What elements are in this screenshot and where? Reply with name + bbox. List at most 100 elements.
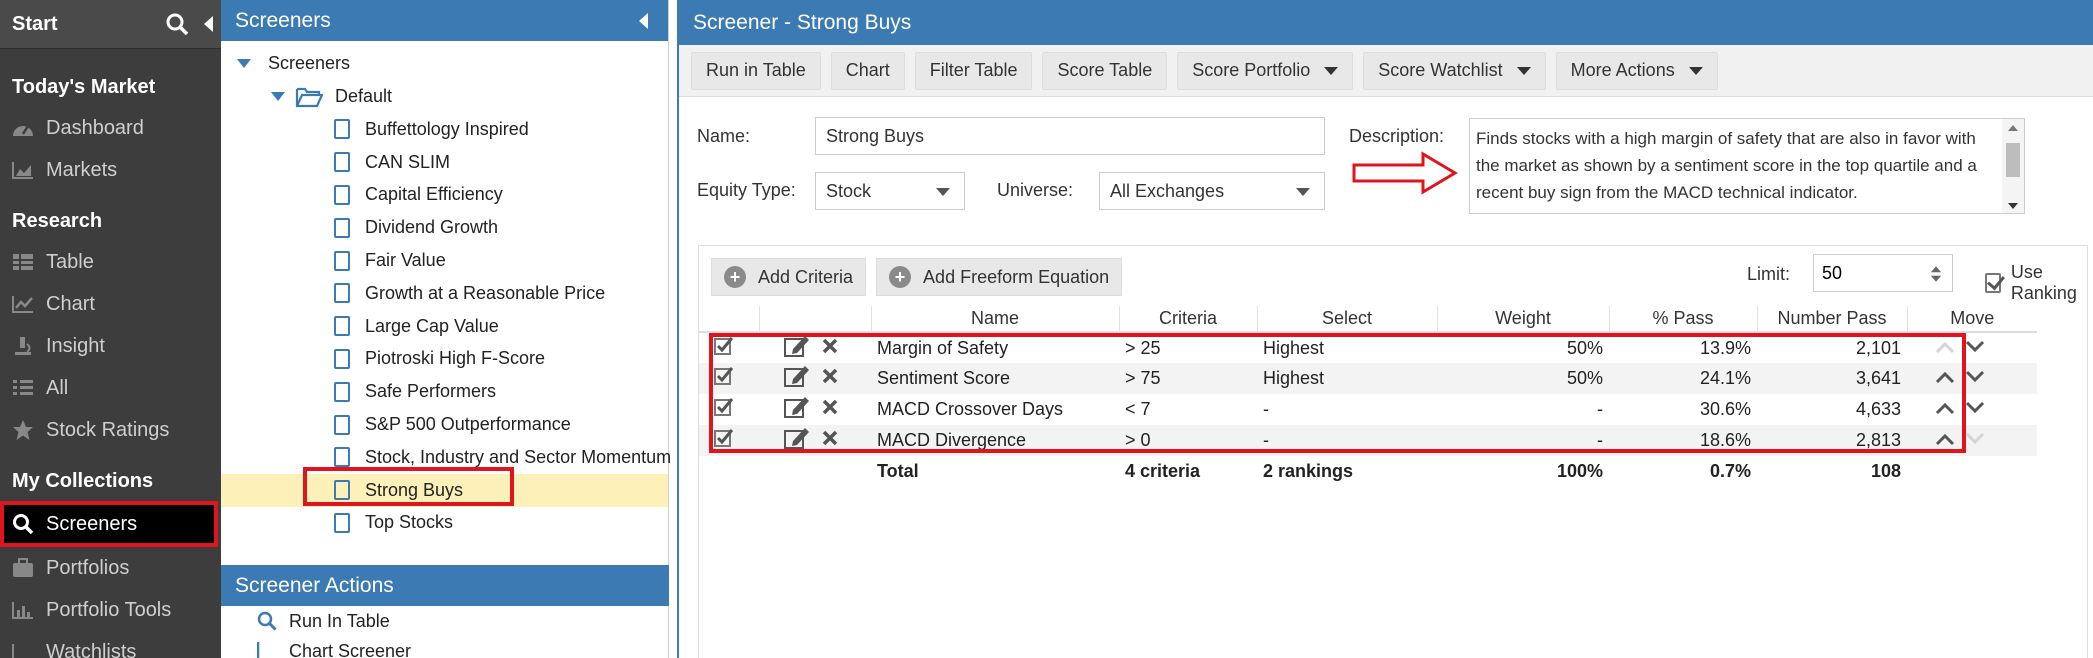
tree-item-label: CAN SLIM [365,151,451,172]
list-icon [10,377,36,399]
tree-node-label: Screeners [268,53,351,73]
tree-item-label: Fair Value [365,250,446,271]
criteria-highlight-box [709,333,1966,453]
column-header-select[interactable]: Select [1257,306,1438,333]
add-freeform-button[interactable]: + Add Freeform Equation [876,258,1123,296]
nav-item-markets[interactable]: Markets [0,149,221,191]
expand-arrow-icon[interactable] [271,92,285,101]
nav-item-label: Stock Ratings [46,418,170,441]
nav-item-portfolio-tools[interactable]: Portfolio Tools [0,589,221,631]
add-criteria-button[interactable]: + Add Criteria [711,258,867,296]
nav-item-label: Chart [46,292,95,315]
nav-item-chart[interactable]: Chart [0,283,221,325]
limit-input[interactable]: 50 [1813,254,1953,292]
tree-panel-title: Screeners [235,8,331,32]
tree-item[interactable]: Growth at a Reasonable Price [221,277,668,310]
description-label: Description: [1349,126,1445,146]
move-down-icon[interactable] [1965,399,1985,420]
run-in-table-button[interactable]: Run in Table [691,51,821,90]
chevron-down-icon [1296,188,1310,196]
column-header-move[interactable]: Move [1907,306,2037,333]
score-portfolio-button[interactable]: Score Portfolio [1177,51,1354,90]
score-watchlist-button[interactable]: Score Watchlist [1363,51,1546,90]
grid-toolbar: + Add Criteria + Add Freeform Equation Lim… [699,246,2087,308]
description-text: Finds stocks with a high margin of safet… [1476,129,1977,202]
checkbox-icon[interactable] [1985,273,2001,293]
total-select: 2 rankings [1257,456,1437,487]
tree-item[interactable]: Fair Value [221,244,668,277]
nav-item-watchlists[interactable]: Watchlists [0,631,221,658]
nav-item-all[interactable]: All [0,367,221,409]
document-icon [334,217,350,238]
search-icon [257,611,277,631]
move-down-icon[interactable] [1965,368,1985,389]
score-table-button[interactable]: Score Table [1042,51,1168,90]
collapse-nav-icon[interactable] [197,0,221,49]
tree-root-screeners[interactable]: Screeners [221,47,668,80]
search-icon[interactable] [157,0,197,49]
tree-item[interactable]: Dividend Growth [221,211,668,244]
header-check [699,306,760,333]
universe-label: Universe: [997,180,1074,200]
column-header-number-pass[interactable]: Number Pass [1757,306,1908,333]
tree-item-label: S&P 500 Outperformance [365,414,571,435]
chart-icon [10,293,36,315]
total-row: Total 4 criteria 2 rankings 100% 0.7% 108 [699,456,2037,487]
tree-item[interactable]: Buffettology Inspired [221,113,668,146]
nav-header: Start [0,0,221,49]
nav-item-table[interactable]: Table [0,241,221,283]
universe-select[interactable]: All Exchanges [1099,172,1325,210]
name-input[interactable]: Strong Buys [815,117,1325,155]
tree-folder-default[interactable]: Default [221,80,668,113]
page-title: Screener - Strong Buys [693,10,912,34]
tree-item[interactable]: Safe Performers [221,375,668,408]
spinner-icon[interactable] [1930,261,1942,287]
screener-actions-header: Screener Actions [221,565,669,606]
nav-item-insight[interactable]: Insight [0,325,221,367]
plus-icon: + [724,266,746,288]
nav-item-screeners[interactable]: Screeners [0,501,218,547]
use-ranking-toggle[interactable]: Use Ranking [1985,262,2087,304]
nav-item-label: Portfolio Tools [46,598,172,621]
toolbar: Run in Table Chart Filter Table Score Ta… [679,45,2093,97]
filter-table-button[interactable]: Filter Table [914,51,1033,90]
nav-item-dashboard[interactable]: Dashboard [0,107,221,149]
description-textarea[interactable]: Finds stocks with a high margin of safet… [1469,118,2025,214]
tree-item[interactable]: CAN SLIM [221,146,668,179]
chevron-down-icon [1516,66,1531,75]
tree-item[interactable]: Large Cap Value [221,310,668,343]
total-criteria: 4 criteria [1119,456,1257,487]
more-actions-button[interactable]: More Actions [1555,51,1718,90]
nav-item-label: Insight [46,334,105,357]
tree-item[interactable]: Top Stocks [221,507,668,540]
total-pass-pct: 0.7% [1609,456,1757,487]
button-label: Run in Table [706,60,806,80]
nav-item-stock-ratings[interactable]: Stock Ratings [0,409,221,451]
action-chart-screener[interactable]: Chart Screener [221,636,669,658]
expand-arrow-icon[interactable] [237,59,251,68]
collapse-panel-icon[interactable] [639,13,648,29]
move-down-icon [1965,430,1985,451]
column-header-criteria[interactable]: Criteria [1119,306,1258,333]
tree-item[interactable]: S&P 500 Outperformance [221,408,668,441]
action-run-in-table[interactable]: Run In Table [221,606,669,636]
chart-button[interactable]: Chart [830,51,905,90]
column-header-name[interactable]: Name [871,306,1120,333]
column-header-weight[interactable]: Weight [1437,306,1610,333]
tree-item[interactable]: Capital Efficiency [221,179,668,212]
scrollbar[interactable] [2002,119,2024,213]
column-header-pass-pct[interactable]: % Pass [1609,306,1758,333]
tree-item[interactable]: Piotroski High F-Score [221,343,668,376]
nav-item-portfolios[interactable]: Portfolios [0,547,221,589]
star-icon [10,419,36,441]
move-down-icon[interactable] [1965,338,1985,359]
chevron-down-icon [1688,66,1703,75]
red-arrow-annotation [1352,151,1458,195]
equity-type-label: Equity Type: [697,180,796,200]
equity-type-select[interactable]: Stock [815,172,965,210]
document-icon [334,447,350,468]
empty-cell [699,456,759,487]
total-name: Total [871,456,1119,487]
empty-cell [1907,456,2037,487]
tree-item-label: Dividend Growth [365,217,499,238]
